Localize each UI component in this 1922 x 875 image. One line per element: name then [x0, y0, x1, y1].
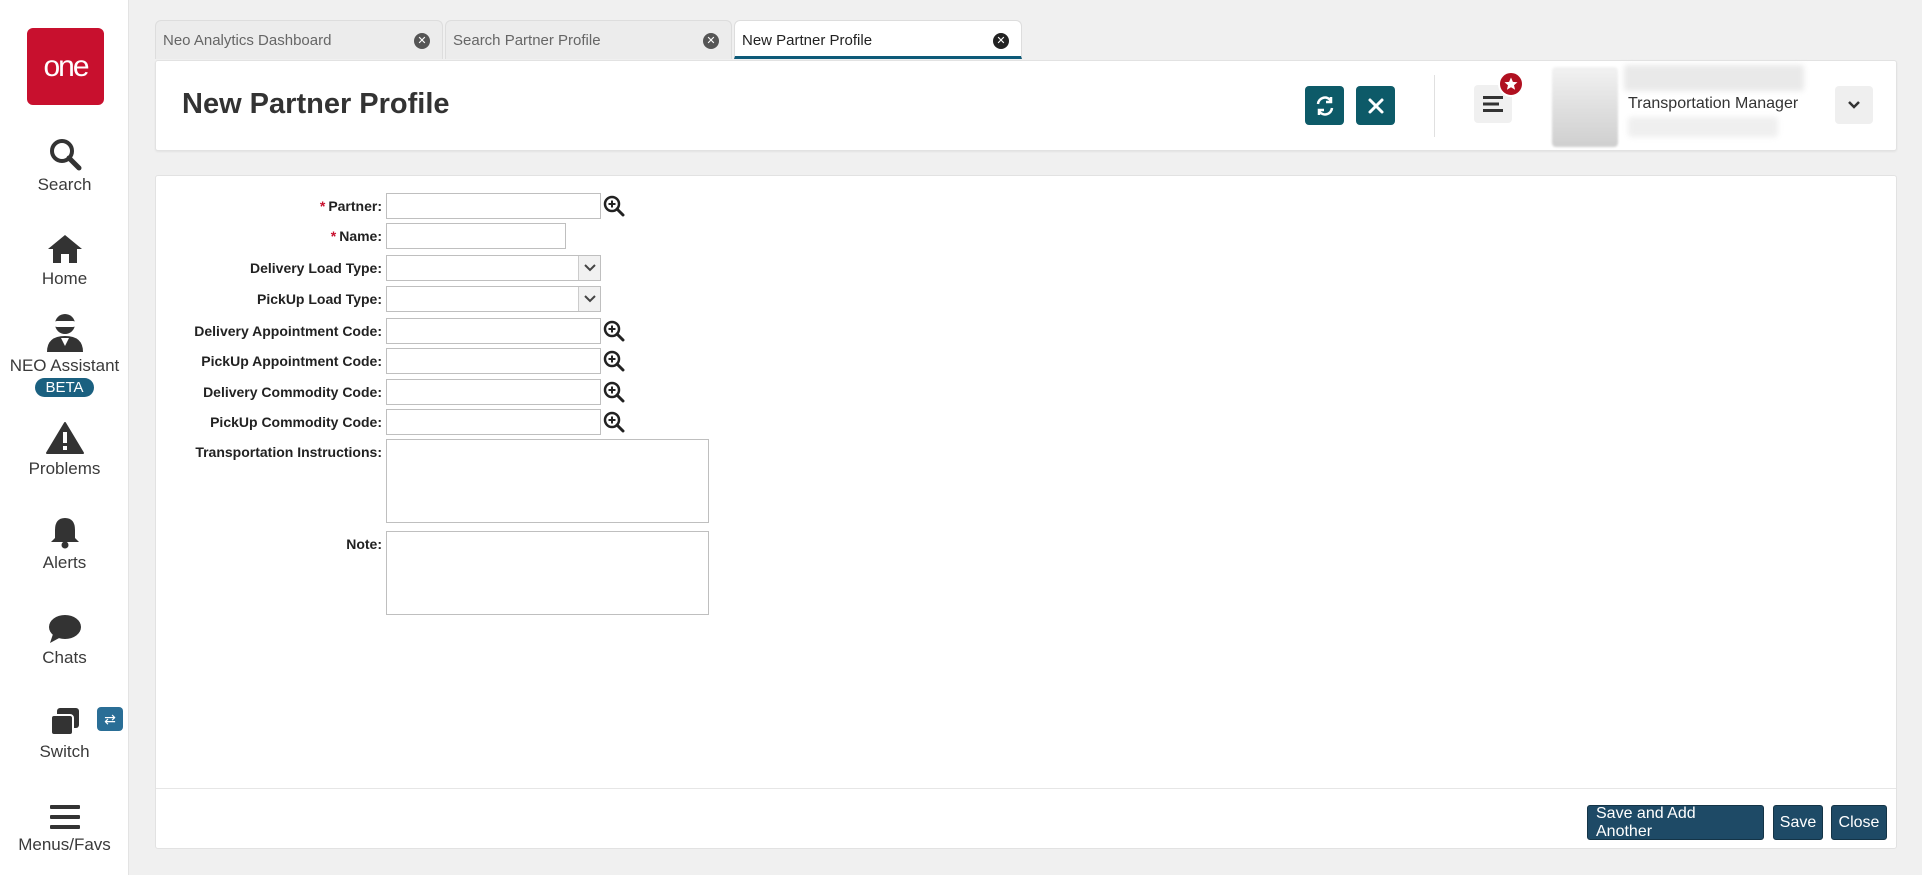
tab-label: Neo Analytics Dashboard: [163, 32, 332, 49]
beta-badge: BETA: [35, 378, 94, 397]
transportation-instructions-label: Transportation Instructions:: [195, 444, 382, 460]
delivery-commodity-code-input[interactable]: [386, 379, 601, 405]
delivery-appointment-code-label: Delivery Appointment Code:: [194, 323, 382, 339]
neo-assistant-icon: [46, 314, 83, 352]
page-header: New Partner Profile Transportation Manag…: [155, 60, 1897, 151]
nav-home-label: Home: [41, 269, 88, 288]
nav-alerts-label: Alerts: [42, 553, 87, 572]
left-nav: one Search Home NEO Assistant BETA Probl…: [0, 0, 129, 875]
list-menu-icon: [1483, 96, 1503, 112]
pickup-appointment-code-row: PickUp Appointment Code:: [156, 348, 756, 374]
save-button[interactable]: Save: [1773, 805, 1823, 840]
note-label: Note:: [346, 536, 382, 552]
pickup-commodity-code-row: PickUp Commodity Code:: [156, 409, 756, 435]
nav-problems[interactable]: Problems: [0, 421, 129, 479]
close-button[interactable]: Close: [1831, 805, 1887, 840]
hamburger-icon: [49, 805, 80, 829]
favorite-star-icon[interactable]: [1498, 71, 1524, 97]
user-org-redacted: [1628, 117, 1778, 137]
pickup-load-type-select[interactable]: [386, 286, 601, 312]
close-icon[interactable]: ✕: [993, 33, 1009, 49]
close-icon[interactable]: ✕: [703, 33, 719, 49]
save-and-add-another-button[interactable]: Save and Add Another: [1587, 805, 1764, 840]
nav-home[interactable]: Home: [0, 233, 129, 289]
tab-neo-analytics-dashboard[interactable]: Neo Analytics Dashboard ✕: [155, 20, 443, 59]
warning-icon: [45, 422, 84, 454]
partner-input[interactable]: [386, 193, 601, 219]
one-logo[interactable]: one: [27, 28, 104, 105]
name-row: * Name:: [156, 223, 756, 249]
close-icon[interactable]: ✕: [414, 33, 430, 49]
chevron-down-icon[interactable]: [578, 256, 600, 280]
chevron-down-icon: [1848, 101, 1860, 109]
name-label: * Name:: [330, 228, 382, 244]
transportation-instructions-textarea[interactable]: [386, 439, 709, 523]
name-input[interactable]: [386, 223, 566, 249]
nav-switch-label: Switch: [39, 742, 90, 761]
pickup-load-type-label: PickUp Load Type:: [257, 291, 382, 307]
footer-divider: [156, 788, 1896, 789]
pickup-appointment-code-lookup-icon[interactable]: [602, 349, 626, 373]
nav-neo-label: NEO Assistant: [9, 356, 120, 375]
tab-label: New Partner Profile: [742, 32, 873, 49]
delivery-load-type-select[interactable]: [386, 255, 601, 281]
pickup-commodity-code-input[interactable]: [386, 409, 601, 435]
delivery-appointment-code-row: Delivery Appointment Code:: [156, 318, 756, 344]
user-name-redacted: [1624, 65, 1804, 91]
partner-lookup-icon[interactable]: [602, 194, 626, 218]
user-role: Transportation Manager: [1628, 95, 1799, 112]
pickup-commodity-code-label: PickUp Commodity Code:: [210, 414, 382, 430]
nav-search[interactable]: Search: [0, 137, 129, 195]
pickup-appointment-code-input[interactable]: [386, 348, 601, 374]
header-divider: [1434, 75, 1435, 137]
refresh-icon: [1316, 95, 1333, 116]
refresh-button[interactable]: [1305, 86, 1344, 125]
transportation-instructions-row: Transportation Instructions:: [156, 439, 756, 525]
pickup-commodity-code-lookup-icon[interactable]: [602, 410, 626, 434]
pickup-load-type-row: PickUp Load Type:: [156, 286, 756, 312]
note-row: Note:: [156, 531, 756, 617]
user-menu-dropdown[interactable]: [1835, 86, 1873, 124]
bell-icon: [50, 518, 79, 549]
nav-problems-label: Problems: [28, 459, 101, 478]
delivery-commodity-code-row: Delivery Commodity Code:: [156, 379, 756, 405]
close-icon: [1368, 98, 1383, 113]
tab-label: Search Partner Profile: [453, 32, 601, 49]
nav-chats[interactable]: Chats: [0, 614, 129, 668]
delivery-appointment-code-lookup-icon[interactable]: [602, 319, 626, 343]
form-panel: * Partner: * Name: Delivery Load Type: Pic…: [155, 175, 1897, 849]
page-title: New Partner Profile: [182, 88, 450, 120]
delivery-appointment-code-input[interactable]: [386, 318, 601, 344]
nav-chats-label: Chats: [42, 648, 87, 667]
nav-alerts[interactable]: Alerts: [0, 515, 129, 573]
delivery-load-type-row: Delivery Load Type:: [156, 255, 756, 281]
chevron-down-icon[interactable]: [578, 287, 600, 311]
partner-row: * Partner:: [156, 193, 756, 219]
home-icon: [47, 235, 82, 263]
nav-neo-assistant[interactable]: NEO Assistant BETA: [0, 312, 129, 397]
delivery-commodity-code-lookup-icon[interactable]: [602, 380, 626, 404]
close-page-button[interactable]: [1356, 86, 1395, 125]
nav-menus-label: Menus/Favs: [18, 835, 111, 854]
delivery-commodity-code-label: Delivery Commodity Code:: [203, 384, 382, 400]
note-textarea[interactable]: [386, 531, 709, 615]
tab-new-partner-profile[interactable]: New Partner Profile ✕: [734, 20, 1022, 59]
tab-search-partner-profile[interactable]: Search Partner Profile ✕: [445, 20, 732, 59]
switch-arrows-icon[interactable]: ⇄: [97, 707, 123, 731]
partner-label: * Partner:: [319, 198, 382, 214]
pickup-appointment-code-label: PickUp Appointment Code:: [201, 353, 382, 369]
nav-search-label: Search: [37, 175, 92, 194]
nav-menus-favs[interactable]: Menus/Favs: [0, 803, 129, 855]
delivery-load-type-label: Delivery Load Type:: [249, 260, 382, 276]
chat-bubble-icon: [48, 615, 81, 643]
avatar[interactable]: [1552, 67, 1618, 147]
search-icon: [49, 139, 81, 171]
switch-icon: [49, 708, 79, 736]
